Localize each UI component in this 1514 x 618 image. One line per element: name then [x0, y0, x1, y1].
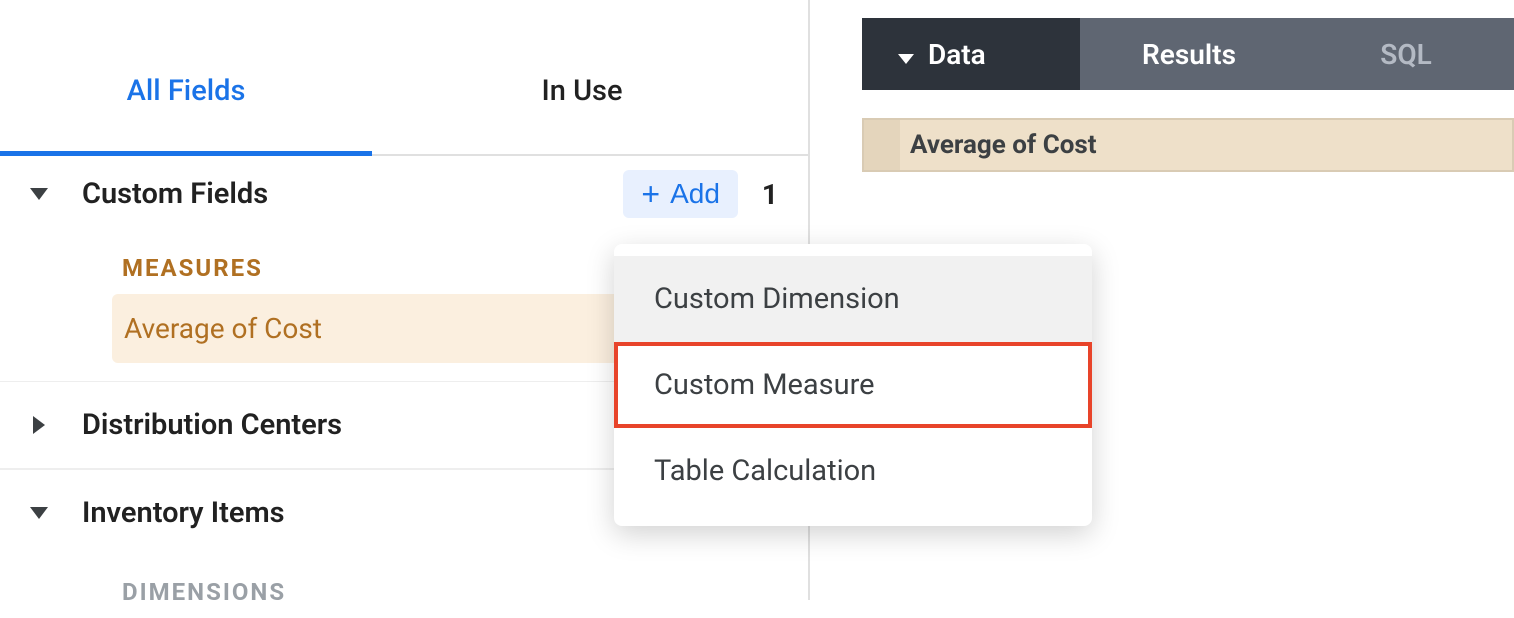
caret-down-icon	[26, 500, 52, 526]
menu-item-table-calculation[interactable]: Table Calculation	[614, 428, 1092, 514]
tab-data-label: Data	[928, 38, 986, 71]
tab-results[interactable]: Results	[1080, 18, 1298, 90]
section-title-custom-fields: Custom Fields	[82, 177, 623, 211]
caret-down-icon	[898, 38, 914, 71]
tab-in-use[interactable]: In Use	[372, 74, 792, 154]
field-tabs: All Fields In Use	[0, 0, 808, 156]
result-column-header[interactable]: Average of Cost	[862, 118, 1514, 172]
plus-icon: +	[641, 178, 660, 210]
tab-sql[interactable]: SQL	[1298, 18, 1514, 90]
caret-right-icon	[26, 412, 52, 438]
results-panel: Data Results SQL Average of Cost	[862, 18, 1514, 172]
result-header-label: Average of Cost	[900, 120, 1512, 170]
result-stripe	[864, 120, 900, 170]
menu-item-custom-dimension[interactable]: Custom Dimension	[614, 256, 1092, 342]
add-button-label: Add	[670, 178, 720, 210]
custom-fields-count: 1	[762, 178, 778, 211]
add-custom-field-button[interactable]: + Add	[623, 170, 738, 218]
section-custom-fields[interactable]: Custom Fields + Add 1	[0, 156, 808, 232]
tab-data[interactable]: Data	[862, 18, 1080, 90]
menu-item-custom-measure[interactable]: Custom Measure	[614, 342, 1092, 428]
tab-all-fields[interactable]: All Fields	[0, 74, 372, 154]
add-custom-field-menu: Custom Dimension Custom Measure Table Ca…	[614, 244, 1092, 526]
result-tabs: Data Results SQL	[862, 18, 1514, 90]
subheader-dimensions: DIMENSIONS	[0, 556, 808, 618]
caret-down-icon	[26, 181, 52, 207]
